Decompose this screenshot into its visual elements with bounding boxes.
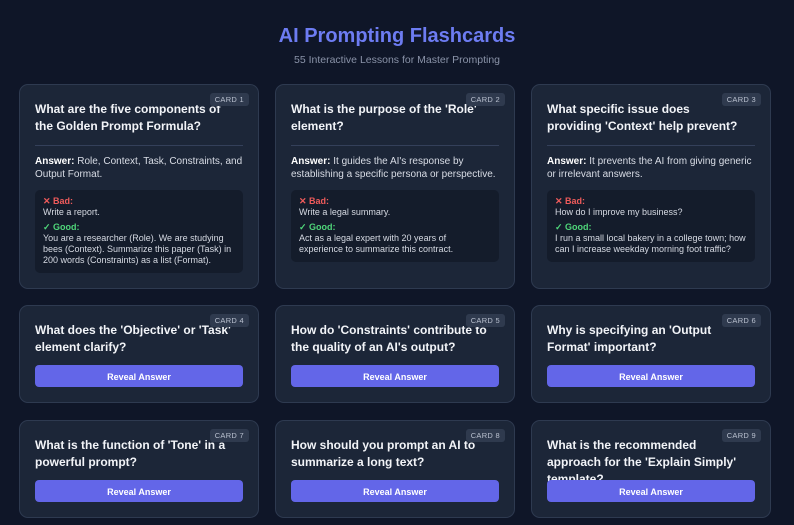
bad-example-text: How do I improve my business? — [555, 207, 683, 217]
reveal-answer-button[interactable]: Reveal Answer — [35, 365, 243, 387]
reveal-answer-button[interactable]: Reveal Answer — [291, 480, 499, 502]
good-example-text: I run a small local bakery in a college … — [555, 233, 746, 254]
card-answer: Answer: It prevents the AI from giving g… — [547, 155, 755, 181]
card-answer: Answer: Role, Context, Task, Constraints… — [35, 155, 243, 181]
answer-label: Answer: — [35, 156, 75, 167]
card-question: What is the function of 'Tone' in a powe… — [35, 438, 226, 469]
card-question: Why is specifying an 'Output Format' imp… — [547, 323, 712, 354]
reveal-answer-button[interactable]: Reveal Answer — [35, 480, 243, 502]
card-question: What specific issue does providing 'Cont… — [547, 102, 738, 133]
flashcard-2[interactable]: CARD 2 What is the purpose of the 'Role'… — [275, 84, 515, 289]
card-badge: CARD 5 — [465, 314, 505, 327]
example-box: ✕ Bad: Write a legal summary. ✓ Good: Ac… — [291, 190, 499, 262]
good-example-label: ✓ Good: — [555, 222, 592, 232]
card-divider — [35, 145, 243, 146]
flashcard-1[interactable]: CARD 1 What are the five components of t… — [19, 84, 259, 289]
card-badge: CARD 9 — [721, 429, 761, 442]
card-badge: CARD 1 — [209, 93, 249, 106]
good-example-label: ✓ Good: — [299, 222, 336, 232]
card-question: How should you prompt an AI to summarize… — [291, 438, 476, 469]
reveal-answer-button[interactable]: Reveal Answer — [547, 365, 755, 387]
good-example-label: ✓ Good: — [43, 222, 80, 232]
card-question: What is the purpose of the 'Role' elemen… — [291, 102, 477, 133]
answer-label: Answer: — [291, 156, 331, 167]
flashcard-6[interactable]: CARD 6 Why is specifying an 'Output Form… — [531, 305, 771, 403]
flashcard-5[interactable]: CARD 5 How do 'Constraints' contribute t… — [275, 305, 515, 403]
flashcard-4[interactable]: CARD 4 What does the 'Objective' or 'Tas… — [19, 305, 259, 403]
bad-example-label: ✕ Bad: — [299, 196, 330, 206]
good-example-text: Act as a legal expert with 20 years of e… — [299, 233, 454, 254]
bad-example-label: ✕ Bad: — [555, 196, 586, 206]
card-divider — [291, 145, 499, 146]
page-title: AI Prompting Flashcards — [278, 25, 516, 47]
example-box: ✕ Bad: Write a report. ✓ Good: You are a… — [35, 190, 243, 273]
card-badge: CARD 7 — [209, 429, 249, 442]
card-badge: CARD 6 — [721, 314, 761, 327]
flashcard-7[interactable]: CARD 7 What is the function of 'Tone' in… — [19, 420, 259, 518]
page-subtitle: 55 Interactive Lessons for Master Prompt… — [293, 54, 500, 66]
flashcard-8[interactable]: CARD 8 How should you prompt an AI to su… — [275, 420, 515, 518]
card-badge: CARD 4 — [209, 314, 249, 327]
card-answer: Answer: It guides the AI's response by e… — [291, 155, 499, 181]
flashcard-9[interactable]: CARD 9 What is the recommended approach … — [531, 420, 771, 518]
card-badge: CARD 2 — [465, 93, 505, 106]
page-header: AI Prompting Flashcards 55 Interactive L… — [0, 0, 794, 67]
card-badge: CARD 8 — [465, 429, 505, 442]
bad-example-text: Write a report. — [43, 207, 100, 217]
example-box: ✕ Bad: How do I improve my business? ✓ G… — [547, 190, 755, 262]
card-badge: CARD 3 — [721, 93, 761, 106]
good-example-text: You are a researcher (Role). We are stud… — [43, 233, 232, 265]
card-question: How do 'Constraints' contribute to the q… — [291, 323, 487, 354]
bad-example-text: Write a legal summary. — [299, 207, 391, 217]
flashcard-3[interactable]: CARD 3 What specific issue does providin… — [531, 84, 771, 289]
bad-example-label: ✕ Bad: — [43, 196, 74, 206]
card-question: What are the five components of the Gold… — [35, 102, 221, 133]
answer-label: Answer: — [547, 156, 587, 167]
reveal-answer-button[interactable]: Reveal Answer — [291, 365, 499, 387]
reveal-answer-button[interactable]: Reveal Answer — [547, 480, 755, 502]
card-divider — [547, 145, 755, 146]
card-question: What does the 'Objective' or 'Task' elem… — [35, 323, 231, 354]
